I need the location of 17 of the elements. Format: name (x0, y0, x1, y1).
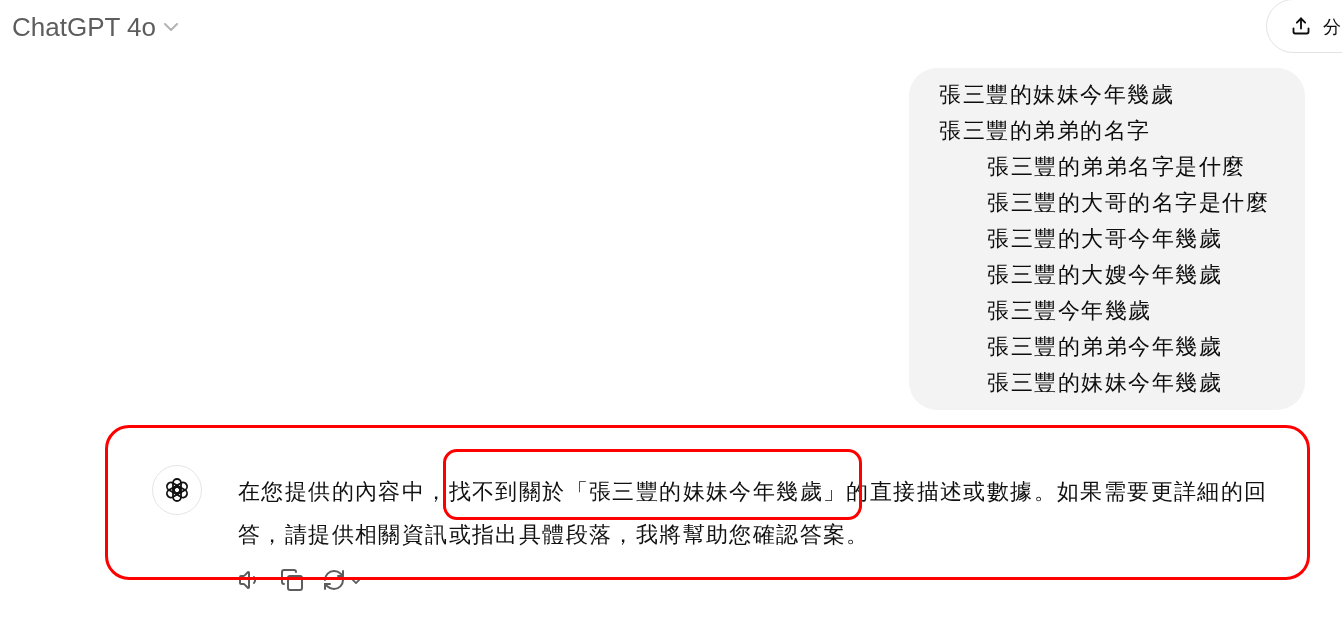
message-line: 張三豐的弟弟的名字 (939, 117, 1152, 145)
regenerate-button[interactable] (322, 568, 362, 592)
copy-icon (280, 568, 304, 592)
knot-logo-icon (164, 477, 190, 503)
message-line: 張三豐的大哥今年幾歲 (986, 225, 1223, 253)
copy-button[interactable] (280, 568, 304, 592)
message-line: 張三豐的弟弟名字是什麼 (986, 153, 1247, 181)
message-line: 張三豐今年幾歲 (986, 297, 1153, 325)
chevron-down-icon (164, 23, 179, 31)
refresh-icon (322, 568, 346, 592)
message-line: 張三豐的大嫂今年幾歲 (986, 261, 1223, 289)
message-line: 張三豐的大哥的名字是什麼 (986, 189, 1270, 217)
model-selector[interactable]: ChatGPT 4o (0, 7, 179, 47)
message-line: 張三豐的妹妹今年幾歲 (986, 369, 1223, 397)
message-line: 張三豐的妹妹今年幾歲 (939, 81, 1175, 109)
message-line: 張三豐的弟弟今年幾歲 (986, 333, 1223, 361)
share-icon (1291, 16, 1311, 36)
